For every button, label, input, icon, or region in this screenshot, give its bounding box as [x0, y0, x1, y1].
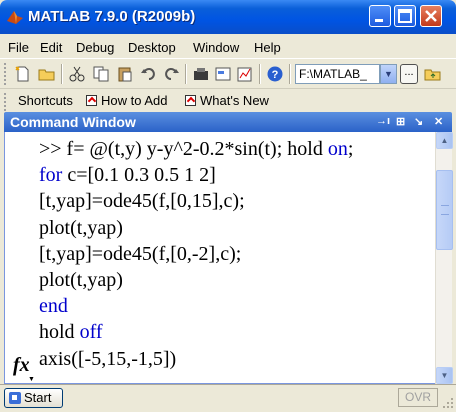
shortcut-whats-new[interactable]: What's New	[185, 93, 269, 108]
current-folder-input[interactable]: F:\MATLAB_	[295, 64, 380, 84]
menu-debug[interactable]: Debug	[76, 40, 114, 55]
menu-help[interactable]: Help	[254, 40, 281, 55]
command-line: axis([-5,15,-1,5])	[39, 346, 429, 372]
minimize-icon	[375, 19, 383, 22]
close-button[interactable]	[420, 5, 442, 27]
chevron-down-icon: ▼	[384, 69, 393, 79]
maximize-button[interactable]	[394, 5, 416, 27]
help-icon[interactable]: ?	[266, 65, 284, 83]
command-line: plot(t,yap)	[39, 215, 429, 241]
maximize-panel-icon[interactable]: ⊞	[396, 115, 405, 128]
dock-arrows-icon[interactable]: →ı	[376, 115, 390, 127]
ovr-indicator: OVR	[398, 388, 438, 407]
undo-icon[interactable]	[140, 65, 158, 83]
start-label: Start	[24, 390, 52, 405]
cut-icon[interactable]	[68, 65, 86, 83]
title-bar: MATLAB 7.9.0 (R2009b)	[0, 0, 456, 34]
code-token: axis([-5,15,-1,5])	[39, 347, 177, 370]
command-window[interactable]: >> f= @(t,y) y-y^2-0.2*sin(t); hold on; f…	[4, 132, 453, 384]
keyword-token: for	[39, 164, 63, 187]
close-icon	[425, 10, 437, 22]
profiler-icon[interactable]	[236, 65, 254, 83]
start-button[interactable]: Start	[4, 388, 63, 408]
menu-bar: File Edit Debug Desktop Window Help	[0, 34, 456, 58]
keyword-token: off	[79, 321, 103, 344]
panel-close-icon[interactable]: ✕	[434, 115, 443, 128]
toolbar-separator	[289, 64, 291, 84]
scroll-down-button[interactable]: ▼	[436, 367, 453, 384]
function-browser-arrow-icon: ▼	[28, 376, 35, 383]
toolbar: ? F:\MATLAB_ ▼ ...	[0, 58, 456, 88]
command-window-text[interactable]: >> f= @(t,y) y-y^2-0.2*sin(t); hold on; f…	[39, 136, 429, 372]
matlab-logo-icon	[7, 11, 23, 24]
code-token: ;	[347, 138, 354, 160]
keyword-token: end	[39, 295, 68, 318]
keyword-token: on	[327, 138, 348, 160]
menu-desktop[interactable]: Desktop	[128, 40, 176, 55]
browse-folder-button[interactable]: ...	[400, 64, 418, 84]
toolbar-separator	[61, 64, 63, 84]
function-browser-icon[interactable]: fx	[13, 354, 30, 377]
command-line: [t,yap]=ode45(f,[0,15],c);	[39, 188, 429, 214]
menu-window[interactable]: Window	[193, 40, 239, 55]
resize-grip-icon[interactable]	[442, 397, 454, 409]
shortcut-icon	[86, 95, 97, 106]
code-token: plot(t,yap)	[39, 268, 123, 291]
vertical-scrollbar[interactable]: ▲ ▼	[435, 132, 453, 384]
command-line: plot(t,yap)	[39, 267, 429, 293]
guide-icon[interactable]	[214, 65, 232, 83]
window-title: MATLAB 7.9.0 (R2009b)	[28, 8, 196, 25]
ellipsis-icon: ...	[404, 66, 414, 78]
command-line: hold off	[39, 319, 429, 345]
shortcut-how-to-add-label: How to Add	[101, 93, 168, 108]
command-window-header: Command Window →ı ⊞ ↘ ✕	[4, 112, 452, 132]
command-line: >> f= @(t,y) y-y^2-0.2*sin(t); hold on;	[39, 136, 429, 162]
shortcuts-bar: Shortcuts How to Add What's New	[0, 88, 456, 115]
code-token: plot(t,yap)	[39, 216, 123, 239]
menu-edit[interactable]: Edit	[40, 40, 62, 55]
shortcut-icon	[185, 95, 196, 106]
simulink-icon[interactable]	[192, 65, 210, 83]
copy-icon[interactable]	[92, 65, 110, 83]
chevron-down-icon: ▼	[440, 371, 449, 380]
code-token: >> f= @(t,y) y-y^2-0.2*sin(t); hold	[39, 138, 328, 160]
command-window-title: Command Window	[10, 114, 136, 130]
code-token: hold	[39, 321, 80, 344]
scrollbar-thumb[interactable]	[436, 170, 453, 250]
command-line: for c=[0.1 0.3 0.5 1 2]	[39, 162, 429, 188]
command-line: end	[39, 293, 429, 319]
paste-icon[interactable]	[116, 65, 134, 83]
shortcut-whats-new-label: What's New	[200, 93, 269, 108]
current-folder-dropdown[interactable]: ▼	[380, 64, 397, 84]
redo-icon[interactable]	[162, 65, 180, 83]
undock-icon[interactable]: ↘	[414, 115, 423, 128]
start-icon	[9, 392, 21, 404]
code-token: c=[0.1 0.3 0.5 1 2]	[62, 164, 216, 187]
new-file-icon[interactable]	[14, 65, 32, 83]
chevron-up-icon: ▲	[440, 136, 449, 145]
shortcut-how-to-add[interactable]: How to Add	[86, 93, 168, 108]
svg-text:?: ?	[272, 69, 279, 81]
scroll-up-button[interactable]: ▲	[436, 132, 453, 149]
code-token: [t,yap]=ode45(f,[0,15],c);	[39, 190, 245, 213]
menu-file[interactable]: File	[8, 40, 29, 55]
up-folder-icon[interactable]	[424, 65, 442, 83]
minimize-button[interactable]	[369, 5, 391, 27]
open-folder-icon[interactable]	[38, 65, 56, 83]
code-token: [t,yap]=ode45(f,[0,-2],c);	[39, 242, 242, 265]
toolbar-separator	[185, 64, 187, 84]
shortcuts-label: Shortcuts	[18, 93, 73, 108]
toolbar-separator	[259, 64, 261, 84]
maximize-icon	[398, 9, 412, 23]
toolbar-grip	[4, 63, 7, 85]
status-bar: Start OVR	[0, 384, 456, 412]
command-line: [t,yap]=ode45(f,[0,-2],c);	[39, 241, 429, 267]
